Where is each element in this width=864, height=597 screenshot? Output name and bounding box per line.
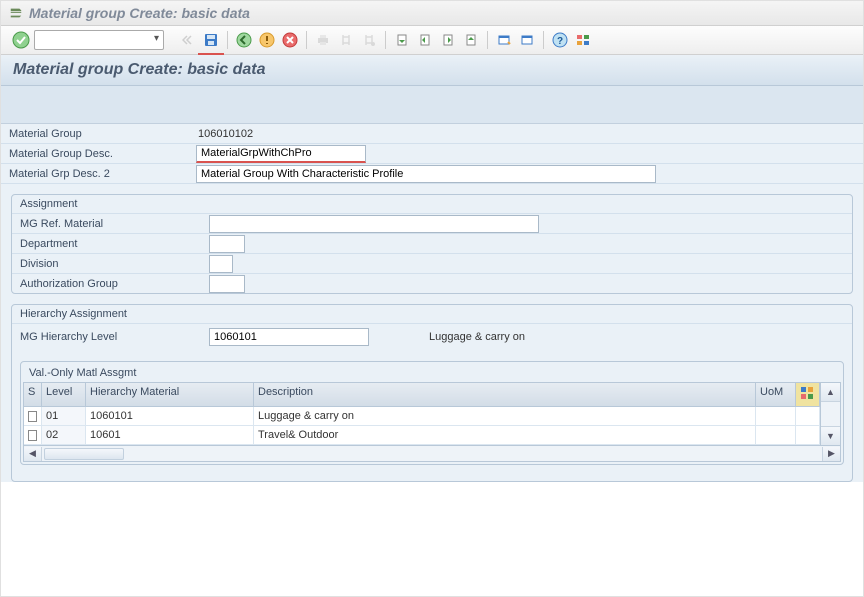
label-auth-group: Authorization Group <box>12 278 209 290</box>
horizontal-scrollbar[interactable]: ◀ ▶ <box>23 446 841 462</box>
scroll-left-icon[interactable]: ◀ <box>24 447 42 461</box>
find-next-icon <box>359 30 379 50</box>
layout-icon[interactable] <box>573 30 593 50</box>
input-mg-ref-material[interactable] <box>209 215 539 233</box>
checkbox[interactable] <box>28 411 37 422</box>
new-session-icon[interactable] <box>494 30 514 50</box>
cell-description[interactable]: Luggage & carry on <box>254 407 756 425</box>
next-page-icon[interactable] <box>438 30 458 50</box>
subtable-val-only: Val.-Only Matl Assgmt S Level Hierarchy … <box>20 361 844 465</box>
exit-button[interactable] <box>257 30 277 50</box>
cell-uom[interactable] <box>756 426 796 444</box>
grid-val-only: S Level Hierarchy Material Description U… <box>23 382 821 446</box>
group-hierarchy-title: Hierarchy Assignment <box>12 305 852 323</box>
menu-icon[interactable] <box>9 6 23 20</box>
group-assignment: Assignment MG Ref. Material Department D… <box>11 194 853 294</box>
prev-page-icon[interactable] <box>415 30 435 50</box>
col-s[interactable]: S <box>24 383 42 406</box>
group-assignment-title: Assignment <box>12 195 852 213</box>
cell-select[interactable] <box>24 407 42 425</box>
first-page-icon[interactable] <box>392 30 412 50</box>
cell-description[interactable]: Travel& Outdoor <box>254 426 756 444</box>
save-button[interactable] <box>201 30 221 50</box>
group-hierarchy: Hierarchy Assignment MG Hierarchy Level … <box>11 304 853 482</box>
row-material-group: Material Group 106010102 <box>1 124 863 144</box>
header-spacer <box>1 86 863 124</box>
label-division: Division <box>12 258 209 270</box>
checkbox[interactable] <box>28 430 37 441</box>
label-mg-hier-level: MG Hierarchy Level <box>12 331 209 343</box>
row-mg-ref-material: MG Ref. Material <box>12 213 852 233</box>
col-level[interactable]: Level <box>42 383 86 406</box>
history-back-icon[interactable] <box>178 30 198 50</box>
help-icon[interactable]: ? <box>550 30 570 50</box>
cell-hierarchy-material[interactable]: 10601 <box>86 426 254 444</box>
text-mg-hier-desc: Luggage & carry on <box>429 331 525 343</box>
input-material-grp-desc2[interactable] <box>196 165 656 183</box>
col-uom[interactable]: UoM <box>756 383 796 406</box>
label-mg-ref-material: MG Ref. Material <box>12 218 209 230</box>
input-auth-group[interactable] <box>209 275 245 293</box>
cell-hierarchy-material[interactable]: 1060101 <box>86 407 254 425</box>
label-material-grp-desc2: Material Grp Desc. 2 <box>1 168 196 180</box>
cell-pad <box>796 426 820 444</box>
back-button[interactable] <box>234 30 254 50</box>
grid-header: S Level Hierarchy Material Description U… <box>24 383 820 407</box>
find-icon <box>336 30 356 50</box>
vertical-scrollbar[interactable]: ▲ ▼ <box>821 382 841 446</box>
title-bar: Material group Create: basic data <box>1 1 863 26</box>
cell-select[interactable] <box>24 426 42 444</box>
row-material-grp-desc2: Material Grp Desc. 2 <box>1 164 863 184</box>
row-department: Department <box>12 233 852 253</box>
command-field[interactable] <box>34 30 164 50</box>
cell-level[interactable]: 01 <box>42 407 86 425</box>
cell-uom[interactable] <box>756 407 796 425</box>
shortcut-icon[interactable] <box>517 30 537 50</box>
last-page-icon[interactable] <box>461 30 481 50</box>
scroll-up-icon[interactable]: ▲ <box>821 383 840 402</box>
row-material-group-desc: Material Group Desc. <box>1 144 863 164</box>
scroll-right-icon[interactable]: ▶ <box>822 447 840 461</box>
row-auth-group: Authorization Group <box>12 273 852 293</box>
label-material-group: Material Group <box>1 128 196 140</box>
app-toolbar: ? <box>1 26 863 55</box>
table-row[interactable]: 011060101Luggage & carry on <box>24 407 820 426</box>
enter-button[interactable] <box>11 30 31 50</box>
svg-text:?: ? <box>557 36 563 47</box>
input-department[interactable] <box>209 235 245 253</box>
value-material-group: 106010102 <box>196 128 253 140</box>
input-material-group-desc[interactable] <box>196 145 366 163</box>
col-config-icon[interactable] <box>796 383 820 406</box>
page-title: Material group Create: basic data <box>13 61 266 78</box>
subtable-title: Val.-Only Matl Assgmt <box>23 364 841 382</box>
table-row[interactable]: 0210601Travel& Outdoor <box>24 426 820 445</box>
scroll-thumb[interactable] <box>44 448 124 460</box>
print-icon <box>313 30 333 50</box>
page-header: Material group Create: basic data <box>1 55 863 86</box>
cell-level[interactable]: 02 <box>42 426 86 444</box>
cancel-button[interactable] <box>280 30 300 50</box>
label-material-group-desc: Material Group Desc. <box>1 148 196 160</box>
row-division: Division <box>12 253 852 273</box>
label-department: Department <box>12 238 209 250</box>
cell-pad <box>796 407 820 425</box>
scroll-down-icon[interactable]: ▼ <box>821 426 840 445</box>
window-title: Material group Create: basic data <box>29 5 250 21</box>
col-hierarchy-material[interactable]: Hierarchy Material <box>86 383 254 406</box>
input-division[interactable] <box>209 255 233 273</box>
row-mg-hier-level: MG Hierarchy Level Luggage & carry on <box>12 323 852 349</box>
input-mg-hier-level[interactable] <box>209 328 369 346</box>
col-description[interactable]: Description <box>254 383 756 406</box>
